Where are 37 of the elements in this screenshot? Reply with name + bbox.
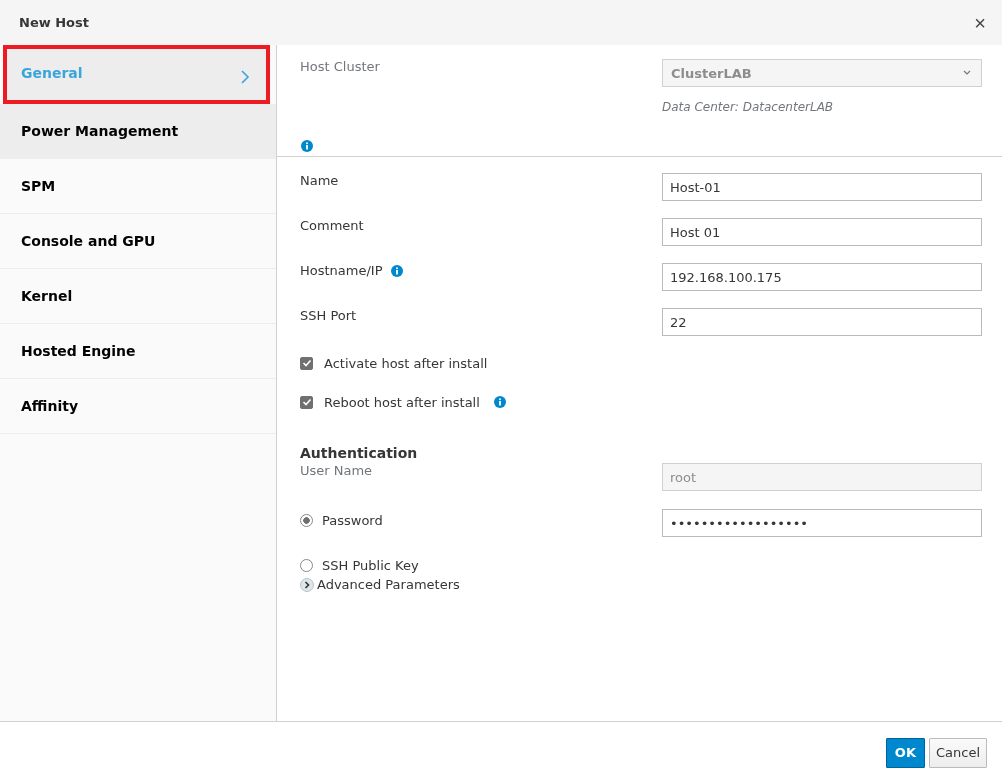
checkbox[interactable] bbox=[300, 356, 313, 370]
text-field[interactable]: Host-01 bbox=[662, 173, 982, 201]
sidebar-tab[interactable]: SPM bbox=[0, 159, 276, 214]
advanced-parameters-toggle[interactable]: Advanced Parameters bbox=[317, 577, 460, 592]
sidebar-tab[interactable]: Power Management bbox=[0, 104, 276, 159]
checkbox-label: Activate host after install bbox=[324, 355, 488, 371]
field-label: Host Cluster bbox=[300, 59, 380, 74]
checkbox[interactable] bbox=[300, 395, 313, 409]
radio-label: Password bbox=[322, 513, 383, 528]
radio-button[interactable] bbox=[300, 559, 313, 572]
radio-button[interactable] bbox=[300, 514, 313, 527]
info-icon[interactable] bbox=[493, 396, 506, 408]
text-field[interactable]: 192.168.100.175 bbox=[662, 263, 982, 291]
sidebar-tab[interactable]: Kernel bbox=[0, 269, 276, 324]
field-label: Hostname/IP bbox=[300, 263, 383, 278]
checkbox-label: Reboot host after install bbox=[324, 394, 480, 410]
text-field[interactable]: 22 bbox=[662, 308, 982, 336]
chevron-right-icon bbox=[240, 69, 250, 85]
sidebar-tab[interactable]: Affinity bbox=[0, 379, 276, 434]
section-heading: Authentication bbox=[300, 445, 419, 461]
caret-icon bbox=[963, 70, 971, 76]
window-title: New Host bbox=[19, 15, 89, 30]
password-field[interactable]: •••••••••••••••••• bbox=[662, 509, 982, 537]
field-label: User Name bbox=[300, 463, 373, 478]
ok-button[interactable]: OK bbox=[885, 737, 925, 768]
field-label: Name bbox=[300, 173, 339, 188]
info-icon[interactable] bbox=[301, 140, 313, 152]
close-button[interactable]: × bbox=[970, 12, 990, 33]
text-field[interactable]: Host 01 bbox=[662, 218, 982, 246]
radio-label: SSH Public Key bbox=[322, 558, 419, 573]
field-label: Comment bbox=[300, 218, 364, 233]
data-center-note: Data Center: DatacenterLAB bbox=[662, 100, 835, 114]
cancel-button[interactable]: Cancel bbox=[928, 737, 987, 768]
sidebar-tab[interactable]: Hosted Engine bbox=[0, 324, 276, 379]
field-label: SSH Port bbox=[300, 308, 357, 323]
sidebar-tab[interactable]: Console and GPU bbox=[0, 214, 276, 269]
info-icon[interactable] bbox=[390, 264, 403, 277]
